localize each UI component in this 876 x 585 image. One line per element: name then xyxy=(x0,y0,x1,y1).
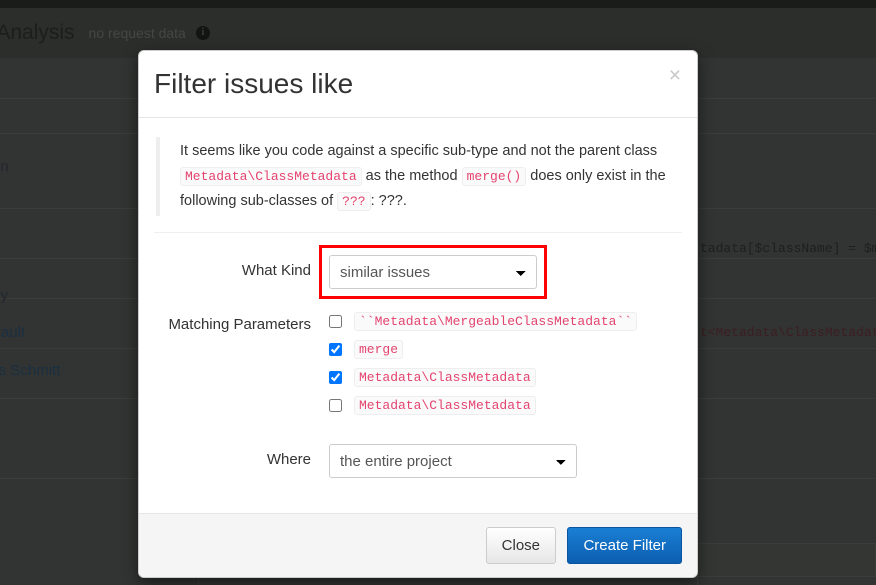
top-accent-bar xyxy=(0,0,876,8)
where-field: the entire project xyxy=(329,444,682,479)
info-icon[interactable]: i xyxy=(195,26,210,40)
create-filter-button[interactable]: Create Filter xyxy=(567,527,682,565)
matching-parameter-checkbox-1[interactable] xyxy=(329,343,342,357)
matching-parameter-item[interactable]: merge xyxy=(329,340,682,360)
close-icon[interactable]: × xyxy=(669,65,681,86)
page-header-subtitle: no request data xyxy=(88,25,186,41)
code-line-1: t<Metadata\ClassMetadata> xyxy=(700,325,876,340)
description-part-2: as the method xyxy=(365,168,458,185)
description-part-1: It seems like you code against a specifi… xyxy=(180,143,658,160)
matching-parameter-item[interactable]: Metadata\ClassMetadata xyxy=(329,396,682,416)
description-code-1: Metadata\ClassMetadata xyxy=(180,167,362,187)
modal-body: It seems like you code against a specifi… xyxy=(139,118,697,513)
description-code-2: merge() xyxy=(461,167,527,187)
matching-parameters-label: Matching Parameters xyxy=(168,316,311,334)
where-select[interactable]: the entire project xyxy=(329,444,577,479)
sidebar-item-2[interactable]: Brault xyxy=(0,324,25,341)
description-part-4: : ???. xyxy=(370,193,407,210)
matching-parameter-checkbox-2[interactable] xyxy=(329,371,342,385)
matching-parameter-item[interactable]: ``Metadata\MergeableClassMetadata`` xyxy=(329,312,682,332)
matching-parameter-label: ``Metadata\MergeableClassMetadata`` xyxy=(354,312,638,332)
matching-parameter-label: Metadata\ClassMetadata xyxy=(354,368,536,388)
highlight-annotation: similar issues xyxy=(319,245,547,300)
page-title: urity Analysis xyxy=(0,21,75,44)
what-kind-label: What Kind xyxy=(241,262,311,280)
issue-description: It seems like you code against a specifi… xyxy=(156,137,682,217)
form-row-matching-parameters: Matching Parameters ``Metadata\Mergeable… xyxy=(154,309,682,424)
form-row-what-kind: What Kind similar issues xyxy=(154,245,682,300)
matching-parameter-label: Metadata\ClassMetadata xyxy=(354,396,536,416)
matching-parameter-checkbox-3[interactable] xyxy=(329,399,342,413)
matching-parameters-list: ``Metadata\MergeableClassMetadata`` merge… xyxy=(329,309,682,424)
filter-issues-modal: Filter issues like × It seems like you c… xyxy=(138,50,698,579)
what-kind-field: similar issues xyxy=(319,245,682,300)
modal-footer: Close Create Filter xyxy=(139,513,697,578)
modal-title: Filter issues like xyxy=(154,68,354,99)
description-code-3: ??? xyxy=(337,192,371,212)
sidebar-item-1: d By xyxy=(0,287,9,304)
code-line-0: tadata[$className] = $m xyxy=(700,241,876,256)
form-row-where: Where the entire project xyxy=(154,444,682,479)
what-kind-select[interactable]: similar issues xyxy=(329,255,537,290)
matching-parameter-checkbox-0[interactable] xyxy=(329,315,342,329)
modal-header: Filter issues like × xyxy=(139,51,697,119)
close-button[interactable]: Close xyxy=(485,527,557,565)
divider xyxy=(154,232,682,234)
sidebar-item-3[interactable]: nes Schmitt xyxy=(0,362,60,379)
matching-parameter-label: merge xyxy=(354,340,404,360)
matching-parameter-item[interactable]: Metadata\ClassMetadata xyxy=(329,368,682,388)
where-label: Where xyxy=(266,451,311,469)
sidebar-item-0[interactable]: tation xyxy=(0,158,9,175)
